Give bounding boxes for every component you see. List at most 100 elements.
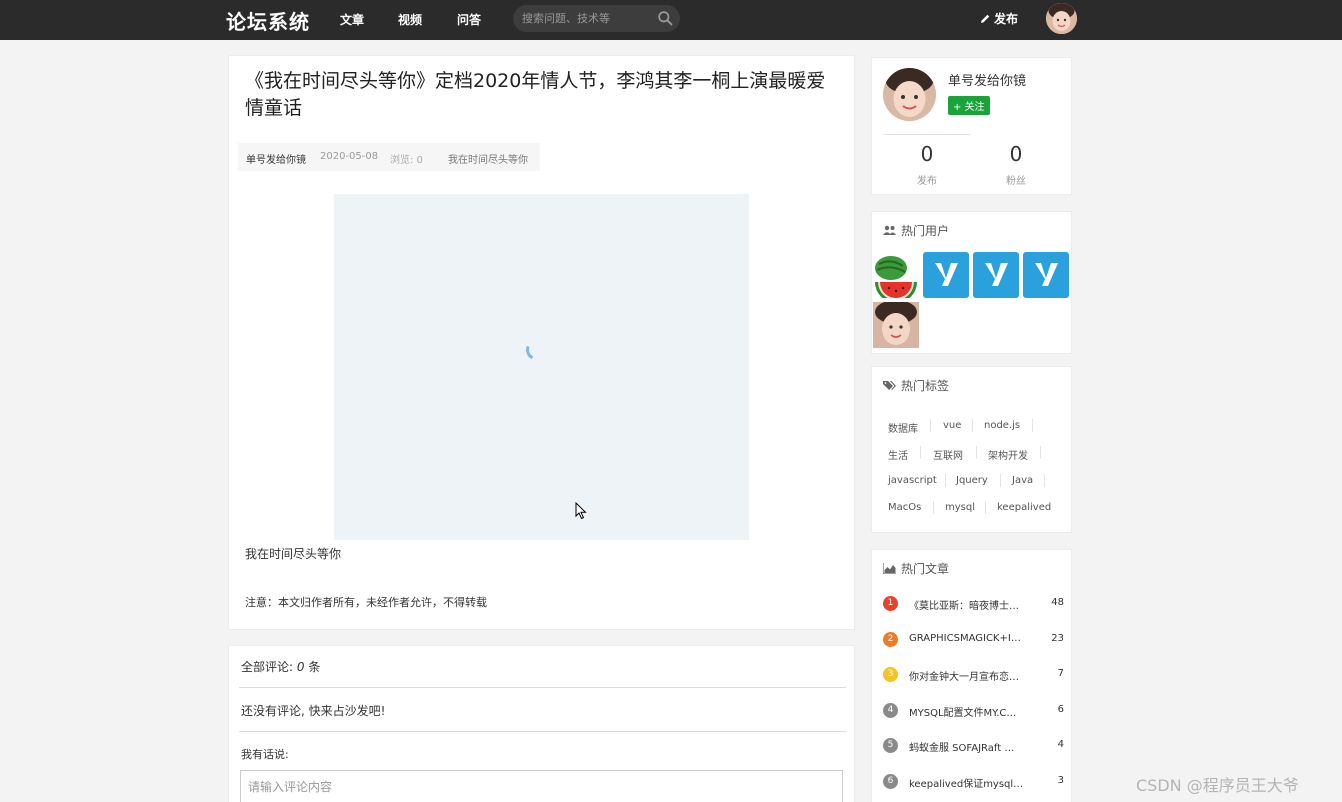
hot-article-title[interactable]: keepalived保证mysql… [909, 775, 1029, 790]
tags-icon [883, 381, 896, 390]
tag-separator [945, 474, 946, 487]
hot-article-title[interactable]: GRAPHICSMAGICK+I… [909, 633, 1029, 644]
comment-divider [239, 687, 846, 688]
comments-card: 全部评论: 0 条 还没有评论, 快来占沙发吧! 我有话说: [228, 645, 855, 802]
article-meta: 单号发给你镜 2020-05-08 浏览: 0 我在时间尽头等你 [238, 143, 540, 171]
tag-item[interactable]: 互联网 [933, 447, 963, 462]
comment-total: 全部评论: 0 条 [241, 658, 320, 675]
avatar-image [1046, 3, 1077, 34]
comment-total-suffix: 条 [304, 660, 321, 674]
comment-input[interactable] [240, 770, 843, 802]
search-icon[interactable] [657, 10, 674, 27]
tag-separator [930, 419, 931, 432]
hot-article-rank-badge: 4 [883, 702, 898, 718]
copyright-notice: 注意：本文归作者所有，未经作者允许，不得转载 [245, 596, 487, 609]
loading-spinner-icon [523, 337, 549, 363]
tag-item[interactable]: 架构开发 [988, 447, 1028, 462]
hot-user-avatar[interactable] [923, 252, 969, 298]
hot-tags-card: 热门标签 数据库 vue node.js 生活 互联网 架构开发 javascr… [871, 366, 1072, 533]
hot-users-card: 热门用户 [871, 211, 1072, 354]
hot-article-item[interactable]: 6 keepalived保证mysql… 3 [883, 773, 1064, 791]
letter-y-icon [935, 263, 958, 286]
hot-article-item[interactable]: 1 《莫比亚斯：暗夜博士… 48 [883, 595, 1064, 613]
fans-count: 0 [1009, 142, 1023, 166]
profile-divider [883, 134, 970, 135]
hot-article-rank-badge: 6 [883, 773, 898, 789]
author-name[interactable]: 单号发给你镜 [948, 70, 1026, 89]
nav-videos[interactable]: 视频 [398, 11, 422, 28]
posts-count: 0 [920, 142, 934, 166]
author-profile-card: 单号发给你镜 + 关注 0 发布 0 粉丝 [871, 57, 1072, 195]
users-icon [883, 225, 896, 235]
hot-article-item[interactable]: 4 MYSQL配置文件MY.C… 6 [883, 702, 1064, 720]
tag-separator [1044, 474, 1045, 487]
hot-user-avatar[interactable] [873, 252, 919, 298]
hot-article-title[interactable]: MYSQL配置文件MY.C… [909, 704, 1029, 719]
tag-item[interactable]: node.js [984, 420, 1020, 431]
article-image [334, 194, 749, 540]
tag-item[interactable]: mysql [945, 502, 975, 513]
hot-articles-heading: 热门文章 [883, 560, 949, 577]
hot-article-item[interactable]: 5 蚂蚁金服 SOFAJRaft … 4 [883, 737, 1064, 755]
hot-article-title[interactable]: 《莫比亚斯：暗夜博士… [909, 597, 1029, 612]
mouse-cursor-icon [575, 502, 587, 520]
hot-users-heading: 热门用户 [883, 222, 949, 239]
posts-label: 发布 [917, 176, 937, 187]
publish-label: 发布 [994, 12, 1019, 26]
comment-count: 0 [296, 660, 305, 674]
hot-article-count: 23 [1051, 632, 1064, 644]
comment-total-prefix: 全部评论: [241, 660, 297, 674]
tag-separator [920, 446, 921, 459]
hot-articles-card: 热门文章 1 《莫比亚斯：暗夜博士… 48 2 GRAPHICSMAGICK+I… 23 3… [871, 549, 1072, 802]
hot-article-title[interactable]: 蚂蚁金服 SOFAJRaft … [909, 739, 1029, 754]
hot-article-rank-badge: 3 [883, 667, 898, 682]
tag-item[interactable]: Java [1012, 475, 1033, 486]
hot-article-rank-badge: 2 [883, 631, 898, 647]
hot-article-rank-badge: 1 [883, 596, 898, 611]
article-views: 浏览: 0 [390, 155, 423, 166]
author-avatar-image [883, 68, 936, 121]
hot-article-title[interactable]: 你对金钟大一月宣布恋… [909, 668, 1029, 683]
site-logo[interactable]: 论坛系统 [226, 6, 310, 35]
hot-article-rank-badge: 5 [883, 738, 898, 753]
hot-users-title: 热门用户 [901, 224, 950, 238]
hot-user-avatar[interactable] [1023, 252, 1069, 298]
hot-user-avatar[interactable] [973, 252, 1019, 298]
tag-separator [985, 501, 986, 514]
tag-item[interactable]: javascript [888, 475, 937, 486]
letter-y-icon [985, 263, 1008, 286]
article-author[interactable]: 单号发给你镜 [246, 151, 306, 166]
tag-item[interactable]: keepalived [997, 502, 1051, 513]
search-box [513, 5, 680, 32]
tag-item[interactable]: MacOs [888, 502, 921, 513]
tag-item[interactable]: vue [943, 420, 961, 431]
comment-divider [239, 731, 846, 732]
hot-article-item[interactable]: 2 GRAPHICSMAGICK+I… 23 [883, 631, 1064, 649]
follow-button[interactable]: + 关注 [948, 96, 990, 115]
tag-item[interactable]: Jquery [956, 475, 988, 486]
hot-user-avatar[interactable] [873, 302, 919, 348]
letter-y-icon [1035, 263, 1058, 286]
hot-article-count: 7 [1057, 668, 1064, 679]
area-chart-icon [883, 563, 896, 574]
watermelon-icon [873, 252, 919, 298]
nav-articles[interactable]: 文章 [340, 11, 364, 28]
hot-article-item[interactable]: 3 你对金钟大一月宣布恋… 7 [883, 666, 1064, 684]
publish-button[interactable]: 发布 [979, 10, 1018, 27]
article-tag[interactable]: 我在时间尽头等你 [448, 151, 528, 166]
fans-label: 粉丝 [1006, 176, 1026, 187]
search-input[interactable] [522, 9, 652, 28]
hot-article-count: 4 [1057, 739, 1064, 750]
article-date: 2020-05-08 [320, 151, 379, 162]
user-photo-image [873, 302, 919, 348]
nav-qa[interactable]: 问答 [457, 11, 481, 28]
article-title: 《我在时间尽头等你》定档2020年情人节，李鸿其李一桐上演最暖爱情童话 [245, 70, 826, 119]
tag-item[interactable]: 生活 [888, 447, 908, 462]
tag-separator [1040, 446, 1041, 459]
author-avatar[interactable] [883, 68, 936, 121]
hot-article-count: 6 [1057, 703, 1064, 715]
user-avatar[interactable] [1046, 3, 1077, 34]
csdn-watermark: CSDN @程序员王大爷 [1136, 776, 1299, 795]
tag-item[interactable]: 数据库 [888, 420, 918, 435]
article-card: 《我在时间尽头等你》定档2020年情人节，李鸿其李一桐上演最暖爱情童话 单号发给… [228, 55, 855, 630]
